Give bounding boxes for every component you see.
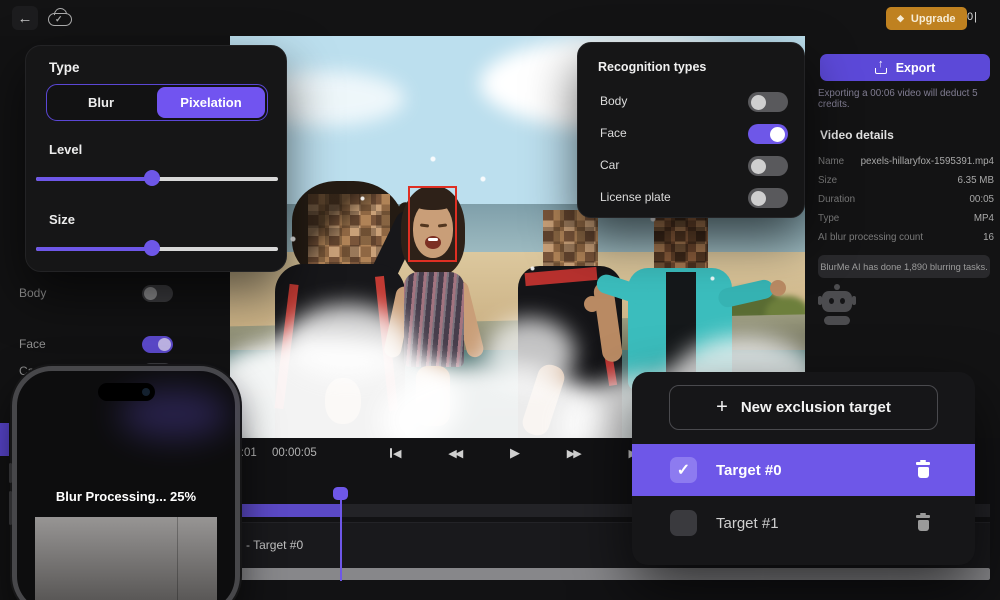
sidebar-row-face[interactable]: Face: [0, 330, 230, 358]
diamond-icon: ◆: [897, 13, 904, 24]
camera-dot: [142, 388, 150, 396]
fast-forward-icon[interactable]: ▶▶: [567, 447, 582, 460]
face-detection-box[interactable]: [408, 186, 457, 262]
play-icon[interactable]: ▶: [510, 445, 520, 461]
timeline-progress-played[interactable]: [230, 504, 341, 517]
target-row-1[interactable]: Target #1: [632, 497, 975, 549]
car-recognition-toggle[interactable]: [748, 156, 788, 176]
transport-controls: ◀ ◀◀ ▶ ▶▶ ▶: [390, 442, 640, 464]
level-slider[interactable]: [36, 170, 278, 186]
blur-type-segmented-control: Blur Pixelation: [46, 84, 268, 121]
cloud-sync-button[interactable]: ✓: [45, 7, 75, 31]
rewind-icon[interactable]: ◀◀: [448, 447, 463, 460]
upgrade-label: Upgrade: [911, 13, 956, 25]
back-button[interactable]: ←: [12, 6, 38, 30]
recognition-title: Recognition types: [598, 60, 706, 74]
target-1-checkbox[interactable]: [670, 510, 697, 536]
recognition-types-panel: Recognition types Body Face Car License …: [577, 42, 805, 218]
target-1-label: Target #1: [716, 515, 779, 532]
body-recognition-toggle[interactable]: [748, 92, 788, 112]
export-label: Export: [896, 61, 936, 75]
blur-option[interactable]: Blur: [47, 85, 155, 120]
toggle-knob: [158, 338, 171, 351]
video-details-list: Name pexels-hillaryfox-1595391.mp4 Size …: [818, 152, 994, 247]
phone-video-frame: [35, 517, 217, 600]
tasks-banner: BlurMe AI has done 1,890 blurring tasks.: [818, 255, 990, 278]
blur-processing-status: Blur Processing... 25%: [17, 489, 235, 504]
body-toggle[interactable]: [142, 285, 173, 302]
target-1-trash-icon[interactable]: [916, 515, 930, 531]
detail-row-size: Size 6.35 MB: [818, 171, 994, 190]
toggle-knob: [144, 287, 157, 300]
plus-icon: +: [716, 396, 728, 419]
detail-row-name: Name pexels-hillaryfox-1595391.mp4: [818, 152, 994, 171]
back-icon: ←: [18, 10, 33, 27]
recognition-row-body: Body: [578, 87, 806, 117]
credits-counter: 0|: [967, 11, 978, 23]
sidebar-label-face: Face: [19, 337, 46, 351]
face-recognition-toggle[interactable]: [748, 124, 788, 144]
volume-button: [9, 491, 12, 525]
volume-button: [9, 463, 12, 483]
type-title: Type: [49, 60, 80, 75]
size-slider[interactable]: [36, 240, 278, 256]
target-0-checkbox[interactable]: ✓: [670, 457, 697, 483]
size-label: Size: [49, 212, 75, 227]
size-slider-thumb[interactable]: [144, 240, 160, 256]
detail-row-duration: Duration 00:05: [818, 190, 994, 209]
sidebar-label-body: Body: [19, 286, 46, 300]
face-toggle[interactable]: [142, 336, 173, 353]
target-row-0[interactable]: ✓ Target #0: [632, 444, 975, 496]
new-exclusion-target-label: New exclusion target: [741, 399, 891, 416]
robot-icon: [819, 284, 855, 328]
blur-type-panel: Type Blur Pixelation Level Size: [25, 45, 287, 272]
check-icon: ✓: [677, 460, 690, 480]
level-label: Level: [49, 142, 82, 157]
recognition-row-car: Car: [578, 151, 806, 181]
playhead-handle[interactable]: [333, 487, 348, 500]
target-0-label: Target #0: [716, 462, 782, 479]
detail-row-type: Type MP4: [818, 209, 994, 228]
new-exclusion-target-button[interactable]: + New exclusion target: [669, 385, 938, 430]
cloud-check-icon: ✓: [48, 13, 72, 26]
video-details-title: Video details: [820, 128, 894, 142]
target-track-label: - Target #0: [246, 538, 303, 552]
recognition-row-face: Face: [578, 119, 806, 149]
export-upload-icon: ↑: [875, 61, 887, 74]
dynamic-island: [98, 383, 155, 401]
playhead-line[interactable]: [340, 489, 342, 581]
upgrade-button[interactable]: ◆ Upgrade: [886, 7, 967, 30]
skip-start-icon[interactable]: ◀: [390, 447, 401, 460]
license-plate-recognition-toggle[interactable]: [748, 188, 788, 208]
export-note: Exporting a 00:06 video will deduct 5 cr…: [818, 88, 998, 110]
detail-row-blur-count: AI blur processing count 16: [818, 228, 994, 247]
export-button[interactable]: ↑ Export: [820, 54, 990, 81]
target-0-trash-icon[interactable]: [916, 462, 930, 478]
hidden-button-sliver: [0, 423, 9, 456]
exclusion-targets-panel: + New exclusion target ✓ Target #0 Targe…: [632, 372, 975, 565]
phone-mockup: Blur Processing... 25%: [12, 366, 240, 600]
horizontal-scrollbar[interactable]: [238, 568, 990, 580]
level-slider-thumb[interactable]: [144, 170, 160, 186]
app-window: Body Face Car License plate: [0, 0, 1000, 600]
recognition-row-license-plate: License plate: [578, 183, 806, 213]
sidebar-row-body[interactable]: Body: [0, 279, 230, 307]
total-duration: 00:00:05: [272, 447, 317, 459]
pixelation-option[interactable]: Pixelation: [157, 87, 265, 118]
